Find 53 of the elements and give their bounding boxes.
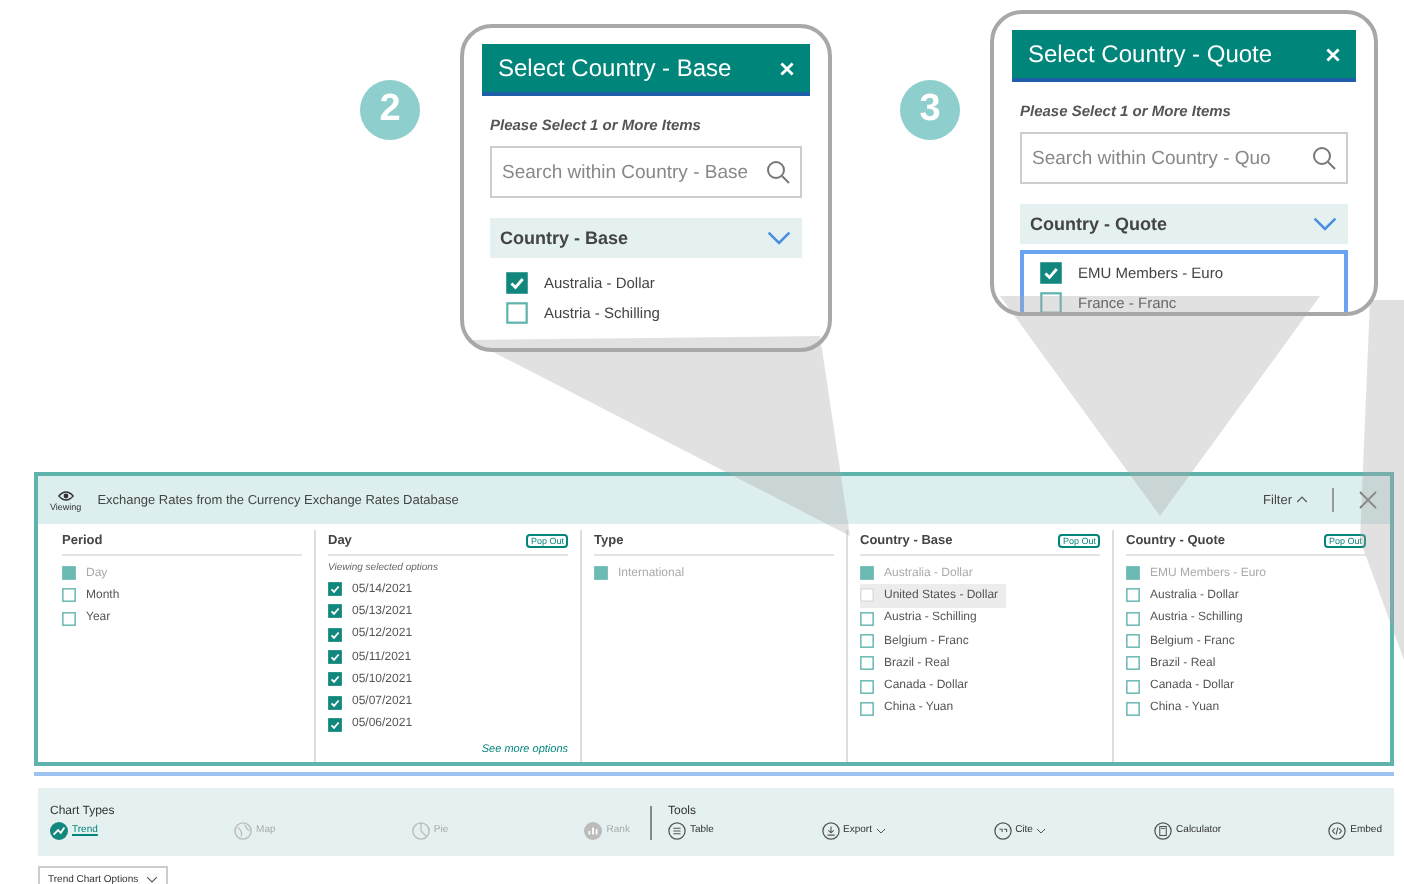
group-title: Country - Base [500,228,629,248]
search-field[interactable]: Search within Country - Quo [1020,132,1348,184]
checkbox[interactable] [328,695,342,710]
checkbox[interactable] [1126,634,1140,649]
checkbox[interactable] [62,611,76,626]
quote-icon [993,821,1012,839]
eye-icon [57,489,74,501]
chevron-icon [1296,496,1308,504]
checkbox[interactable] [1126,656,1140,671]
checkbox[interactable] [1126,701,1140,716]
checkbox[interactable] [1126,679,1140,694]
checkbox[interactable] [62,588,76,603]
step-number-badge: 3 [900,80,960,140]
calculator-icon [1154,821,1173,839]
close-icon[interactable] [1358,490,1378,510]
trend-icon [50,821,68,839]
checkbox[interactable] [860,679,874,694]
step-number-badge: 2 [360,80,420,140]
checkbox[interactable] [1126,588,1140,603]
checkbox[interactable] [328,717,342,732]
dialog-title: Select Country - Quote [1028,40,1273,68]
chevron-icon [875,827,886,833]
checkbox[interactable] [328,604,342,619]
checkbox[interactable] [1040,292,1062,312]
code-icon [1328,821,1347,839]
search-field[interactable]: Search within Country - Base [490,146,802,198]
chevron-icon [766,230,792,246]
table-icon [668,821,686,839]
rank-icon [584,821,603,839]
group-title: Country - Quote [1030,214,1167,234]
group-header[interactable]: Country - Base [490,218,802,258]
checkbox[interactable] [860,611,874,626]
checkbox[interactable] [860,701,874,716]
dialog-title: Select Country - Base [498,54,732,82]
checkbox[interactable] [1040,262,1062,284]
chevron-icon [1036,827,1047,833]
checkbox[interactable] [860,656,874,671]
checkbox[interactable] [328,582,342,597]
checkbox[interactable] [1126,611,1140,626]
checkbox[interactable] [328,672,342,687]
chevron-icon [146,876,159,884]
checkbox[interactable] [328,650,342,665]
checkbox[interactable] [506,272,528,294]
search-icon [766,160,790,184]
checkbox[interactable] [860,634,874,649]
pie-icon [411,821,430,839]
group-header[interactable]: Country - Quote [1020,204,1348,244]
chevron-icon [1312,216,1338,232]
download-icon [821,821,840,839]
globe-icon [234,821,253,839]
search-icon [1312,146,1336,170]
checkbox[interactable] [506,302,528,324]
checkbox[interactable] [328,627,342,642]
